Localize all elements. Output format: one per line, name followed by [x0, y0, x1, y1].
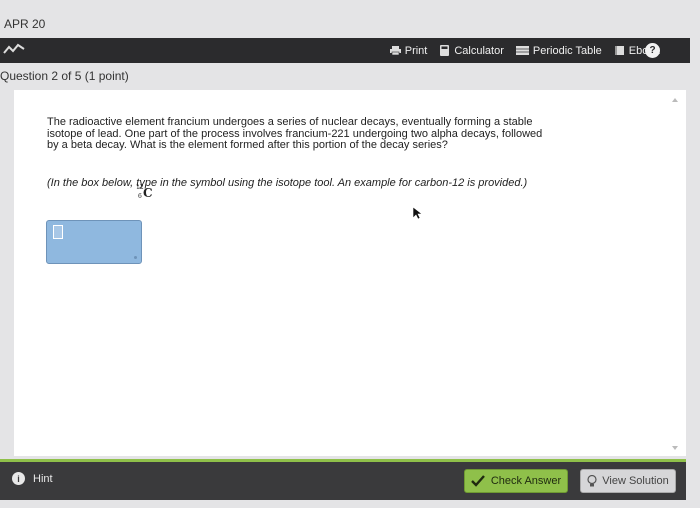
calculator-icon — [440, 45, 450, 56]
help-icon[interactable]: ? — [645, 43, 660, 58]
periodic-table-icon — [515, 46, 529, 55]
print-label: Print — [404, 44, 428, 57]
checkmark-icon — [470, 475, 485, 487]
question-instruction: (In the box below, type in the symbol us… — [47, 177, 528, 189]
view-solution-label: View Solution — [602, 475, 669, 487]
book-icon — [614, 46, 624, 55]
periodic-table-label: Periodic Table — [532, 44, 602, 57]
resize-handle-icon — [134, 256, 137, 259]
isotope-answer-input[interactable] — [46, 220, 142, 264]
calculator-label: Calculator — [454, 44, 504, 57]
view-solution-button[interactable]: View Solution — [580, 469, 676, 493]
calculator-button[interactable]: Calculator — [439, 45, 504, 57]
mouse-cursor-icon — [412, 206, 423, 220]
isotope-atomic-number: 6 — [138, 193, 142, 200]
printer-icon — [389, 46, 401, 56]
check-answer-button[interactable]: Check Answer — [464, 469, 568, 493]
footer-bar: i Hint Check Answer View Solution — [0, 462, 686, 500]
hint-button[interactable]: i Hint — [12, 472, 53, 485]
scroll-up-arrow-icon[interactable] — [672, 98, 678, 102]
date-label: APR 20 — [4, 17, 46, 31]
print-button[interactable]: Print — [389, 44, 428, 57]
top-toolbar: Print Calculator Periodic Table Ebook ? — [0, 38, 690, 63]
lightbulb-icon — [587, 475, 597, 487]
scroll-down-arrow-icon[interactable] — [672, 446, 678, 450]
check-answer-label: Check Answer — [490, 475, 562, 487]
example-isotope: 12 6 C — [136, 184, 156, 202]
isotope-symbol: C — [143, 186, 153, 200]
answer-entry-slot[interactable] — [53, 225, 63, 239]
brand-logo-icon — [3, 43, 25, 54]
hint-label: Hint — [33, 472, 53, 485]
question-text: The radioactive element francium undergo… — [47, 116, 543, 151]
question-panel: The radioactive element francium undergo… — [14, 90, 686, 456]
question-header: Question 2 of 5 (1 point) — [0, 69, 129, 83]
periodic-table-button[interactable]: Periodic Table — [515, 44, 602, 57]
info-icon: i — [12, 472, 25, 485]
